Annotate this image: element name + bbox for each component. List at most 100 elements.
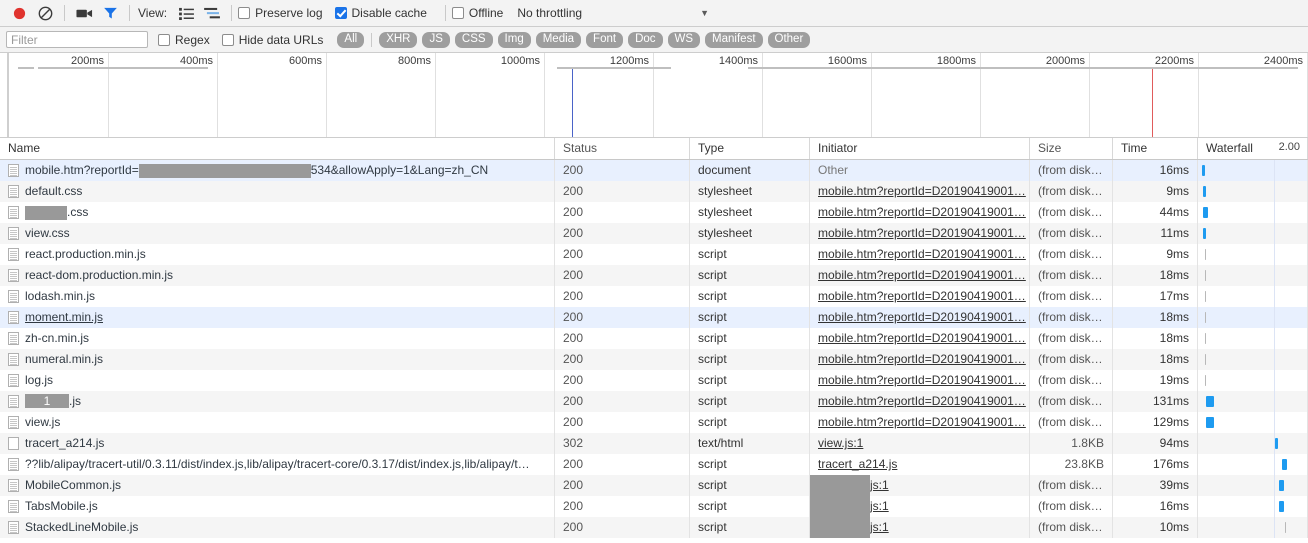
type-filter-doc[interactable]: Doc — [628, 31, 663, 48]
initiator-link[interactable]: js:1 — [870, 478, 889, 492]
table-row[interactable]: mobile.htm?reportId= 534&allowApply=1&Lan… — [0, 160, 1308, 181]
regex-box[interactable] — [158, 33, 170, 46]
request-initiator-cell[interactable]: mobile.htm?reportId=D20190419001… — [810, 223, 1030, 244]
request-name-cell[interactable]: 1 .js — [0, 391, 555, 412]
table-row[interactable]: lodash.min.js 200 script mobile.htm?reportI… — [0, 286, 1308, 307]
column-header-name[interactable]: Name — [0, 138, 555, 159]
initiator-link[interactable]: mobile.htm?reportId=D20190419001… — [818, 289, 1026, 303]
column-header-initiator[interactable]: Initiator — [810, 138, 1030, 159]
initiator-link[interactable]: mobile.htm?reportId=D20190419001… — [818, 268, 1026, 282]
initiator-link[interactable]: mobile.htm?reportId=D20190419001… — [818, 415, 1026, 429]
initiator-link[interactable]: mobile.htm?reportId=D20190419001… — [818, 352, 1026, 366]
search-input[interactable] — [6, 31, 148, 48]
request-name-cell[interactable]: lodash.min.js — [0, 286, 555, 307]
column-header-size[interactable]: Size — [1030, 138, 1113, 159]
table-row[interactable]: 1 .js 200 script mobile.htm?reportId=D201904… — [0, 391, 1308, 412]
type-filter-css[interactable]: CSS — [454, 31, 493, 48]
request-name-cell[interactable]: log.js — [0, 370, 555, 391]
request-initiator-cell[interactable]: mobile.htm?reportId=D20190419001… — [810, 370, 1030, 391]
request-name-cell[interactable]: tracert_a214.js — [0, 433, 555, 454]
disable-cache-checkbox[interactable]: Disable cache — [334, 6, 427, 20]
table-row[interactable]: StackedLineMobile.js 200 script js:1 (from d… — [0, 517, 1308, 538]
request-name-cell[interactable]: view.css — [0, 223, 555, 244]
request-name-cell[interactable]: default.css — [0, 181, 555, 202]
request-initiator-cell[interactable]: mobile.htm?reportId=D20190419001… — [810, 286, 1030, 307]
column-header-time[interactable]: Time — [1113, 138, 1198, 159]
type-filter-all[interactable]: All — [337, 31, 365, 48]
initiator-link[interactable]: mobile.htm?reportId=D20190419001… — [818, 373, 1026, 387]
type-filter-font[interactable]: Font — [586, 31, 624, 48]
type-filter-js[interactable]: JS — [422, 31, 450, 48]
type-filter-other[interactable]: Other — [767, 31, 811, 48]
offline-checkbox[interactable]: Offline — [451, 6, 503, 20]
request-initiator-cell[interactable]: mobile.htm?reportId=D20190419001… — [810, 412, 1030, 433]
request-name-cell[interactable]: react.production.min.js — [0, 244, 555, 265]
initiator-link[interactable]: mobile.htm?reportId=D20190419001… — [818, 394, 1026, 408]
request-initiator-cell[interactable]: mobile.htm?reportId=D20190419001… — [810, 181, 1030, 202]
record-dot-icon[interactable] — [6, 1, 32, 25]
type-filter-media[interactable]: Media — [535, 31, 582, 48]
regex-checkbox[interactable]: Regex — [158, 33, 210, 47]
request-initiator-cell[interactable]: mobile.htm?reportId=D20190419001… — [810, 391, 1030, 412]
request-name-cell[interactable]: MobileCommon.js — [0, 475, 555, 496]
initiator-link[interactable]: tracert_a214.js — [818, 457, 897, 471]
column-header-status[interactable]: Status — [555, 138, 690, 159]
request-initiator-cell[interactable]: tracert_a214.js — [810, 454, 1030, 475]
table-row[interactable]: numeral.min.js 200 script mobile.htm?report… — [0, 349, 1308, 370]
table-row[interactable]: view.js 200 script mobile.htm?reportId=D201… — [0, 412, 1308, 433]
request-name-cell[interactable]: TabsMobile.js — [0, 496, 555, 517]
table-row[interactable]: react.production.min.js 200 script mobile.h… — [0, 244, 1308, 265]
initiator-link[interactable]: mobile.htm?reportId=D20190419001… — [818, 226, 1026, 240]
preserve-log-checkbox[interactable]: Preserve log — [238, 6, 323, 20]
request-initiator-cell[interactable]: Other — [810, 160, 1030, 181]
offline-box[interactable] — [451, 7, 464, 19]
table-row[interactable]: ??lib/alipay/tracert-util/0.3.11/dist/in… — [0, 454, 1308, 475]
request-initiator-cell[interactable]: mobile.htm?reportId=D20190419001… — [810, 244, 1030, 265]
request-initiator-cell[interactable]: view.js:1 — [810, 433, 1030, 454]
request-name-cell[interactable]: ??lib/alipay/tracert-util/0.3.11/dist/in… — [0, 454, 555, 475]
disable-cache-box[interactable] — [334, 7, 347, 19]
list-view-icon[interactable] — [173, 1, 199, 25]
table-row[interactable]: TabsMobile.js 200 script js:1 (from disk … 16… — [0, 496, 1308, 517]
hide-data-urls-checkbox[interactable]: Hide data URLs — [221, 33, 323, 47]
table-row[interactable]: react-dom.production.min.js 200 script mobi… — [0, 265, 1308, 286]
table-row[interactable]: .css 200 stylesheet mobile.htm?reportId=D20… — [0, 202, 1308, 223]
waterfall-view-icon[interactable] — [199, 1, 225, 25]
type-filter-img[interactable]: Img — [497, 31, 531, 48]
preserve-log-box[interactable] — [238, 7, 251, 19]
request-initiator-cell[interactable]: js:1 — [810, 517, 1030, 538]
request-initiator-cell[interactable]: js:1 — [810, 496, 1030, 517]
request-initiator-cell[interactable]: mobile.htm?reportId=D20190419001… — [810, 349, 1030, 370]
table-row[interactable]: tracert_a214.js 302 text/html view.js:1 1.8K… — [0, 433, 1308, 454]
type-filter-ws[interactable]: WS — [667, 31, 701, 48]
request-name-cell[interactable]: react-dom.production.min.js — [0, 265, 555, 286]
initiator-link[interactable]: js:1 — [870, 520, 889, 534]
type-filter-manifest[interactable]: Manifest — [705, 31, 763, 48]
request-name-cell[interactable]: StackedLineMobile.js — [0, 517, 555, 538]
request-initiator-cell[interactable]: mobile.htm?reportId=D20190419001… — [810, 307, 1030, 328]
request-name-cell[interactable]: .css — [0, 202, 555, 223]
request-initiator-cell[interactable]: mobile.htm?reportId=D20190419001… — [810, 265, 1030, 286]
request-initiator-cell[interactable]: mobile.htm?reportId=D20190419001… — [810, 328, 1030, 349]
clear-icon[interactable] — [32, 1, 58, 25]
request-name-cell[interactable]: zh-cn.min.js — [0, 328, 555, 349]
request-name-cell[interactable]: moment.min.js — [0, 307, 555, 328]
initiator-link[interactable]: view.js:1 — [818, 436, 863, 450]
request-name-cell[interactable]: numeral.min.js — [0, 349, 555, 370]
chevron-down-icon[interactable]: ▼ — [700, 8, 709, 18]
initiator-link[interactable]: mobile.htm?reportId=D20190419001… — [818, 205, 1026, 219]
table-row[interactable]: log.js 200 script mobile.htm?reportId=D2019… — [0, 370, 1308, 391]
throttling-select[interactable]: No throttling — [517, 6, 582, 20]
request-initiator-cell[interactable]: mobile.htm?reportId=D20190419001… — [810, 202, 1030, 223]
table-row[interactable]: moment.min.js 200 script mobile.htm?reportI… — [0, 307, 1308, 328]
table-row[interactable]: view.css 200 stylesheet mobile.htm?reportId… — [0, 223, 1308, 244]
initiator-link[interactable]: mobile.htm?reportId=D20190419001… — [818, 310, 1026, 324]
initiator-link[interactable]: mobile.htm?reportId=D20190419001… — [818, 331, 1026, 345]
table-row[interactable]: MobileCommon.js 200 script js:1 (from disk …… — [0, 475, 1308, 496]
column-header-type[interactable]: Type — [690, 138, 810, 159]
request-initiator-cell[interactable]: js:1 — [810, 475, 1030, 496]
camera-icon[interactable] — [71, 1, 97, 25]
hide-data-urls-box[interactable] — [221, 33, 234, 46]
table-row[interactable]: default.css 200 stylesheet mobile.htm?repor… — [0, 181, 1308, 202]
filter-funnel-icon[interactable] — [97, 1, 123, 25]
